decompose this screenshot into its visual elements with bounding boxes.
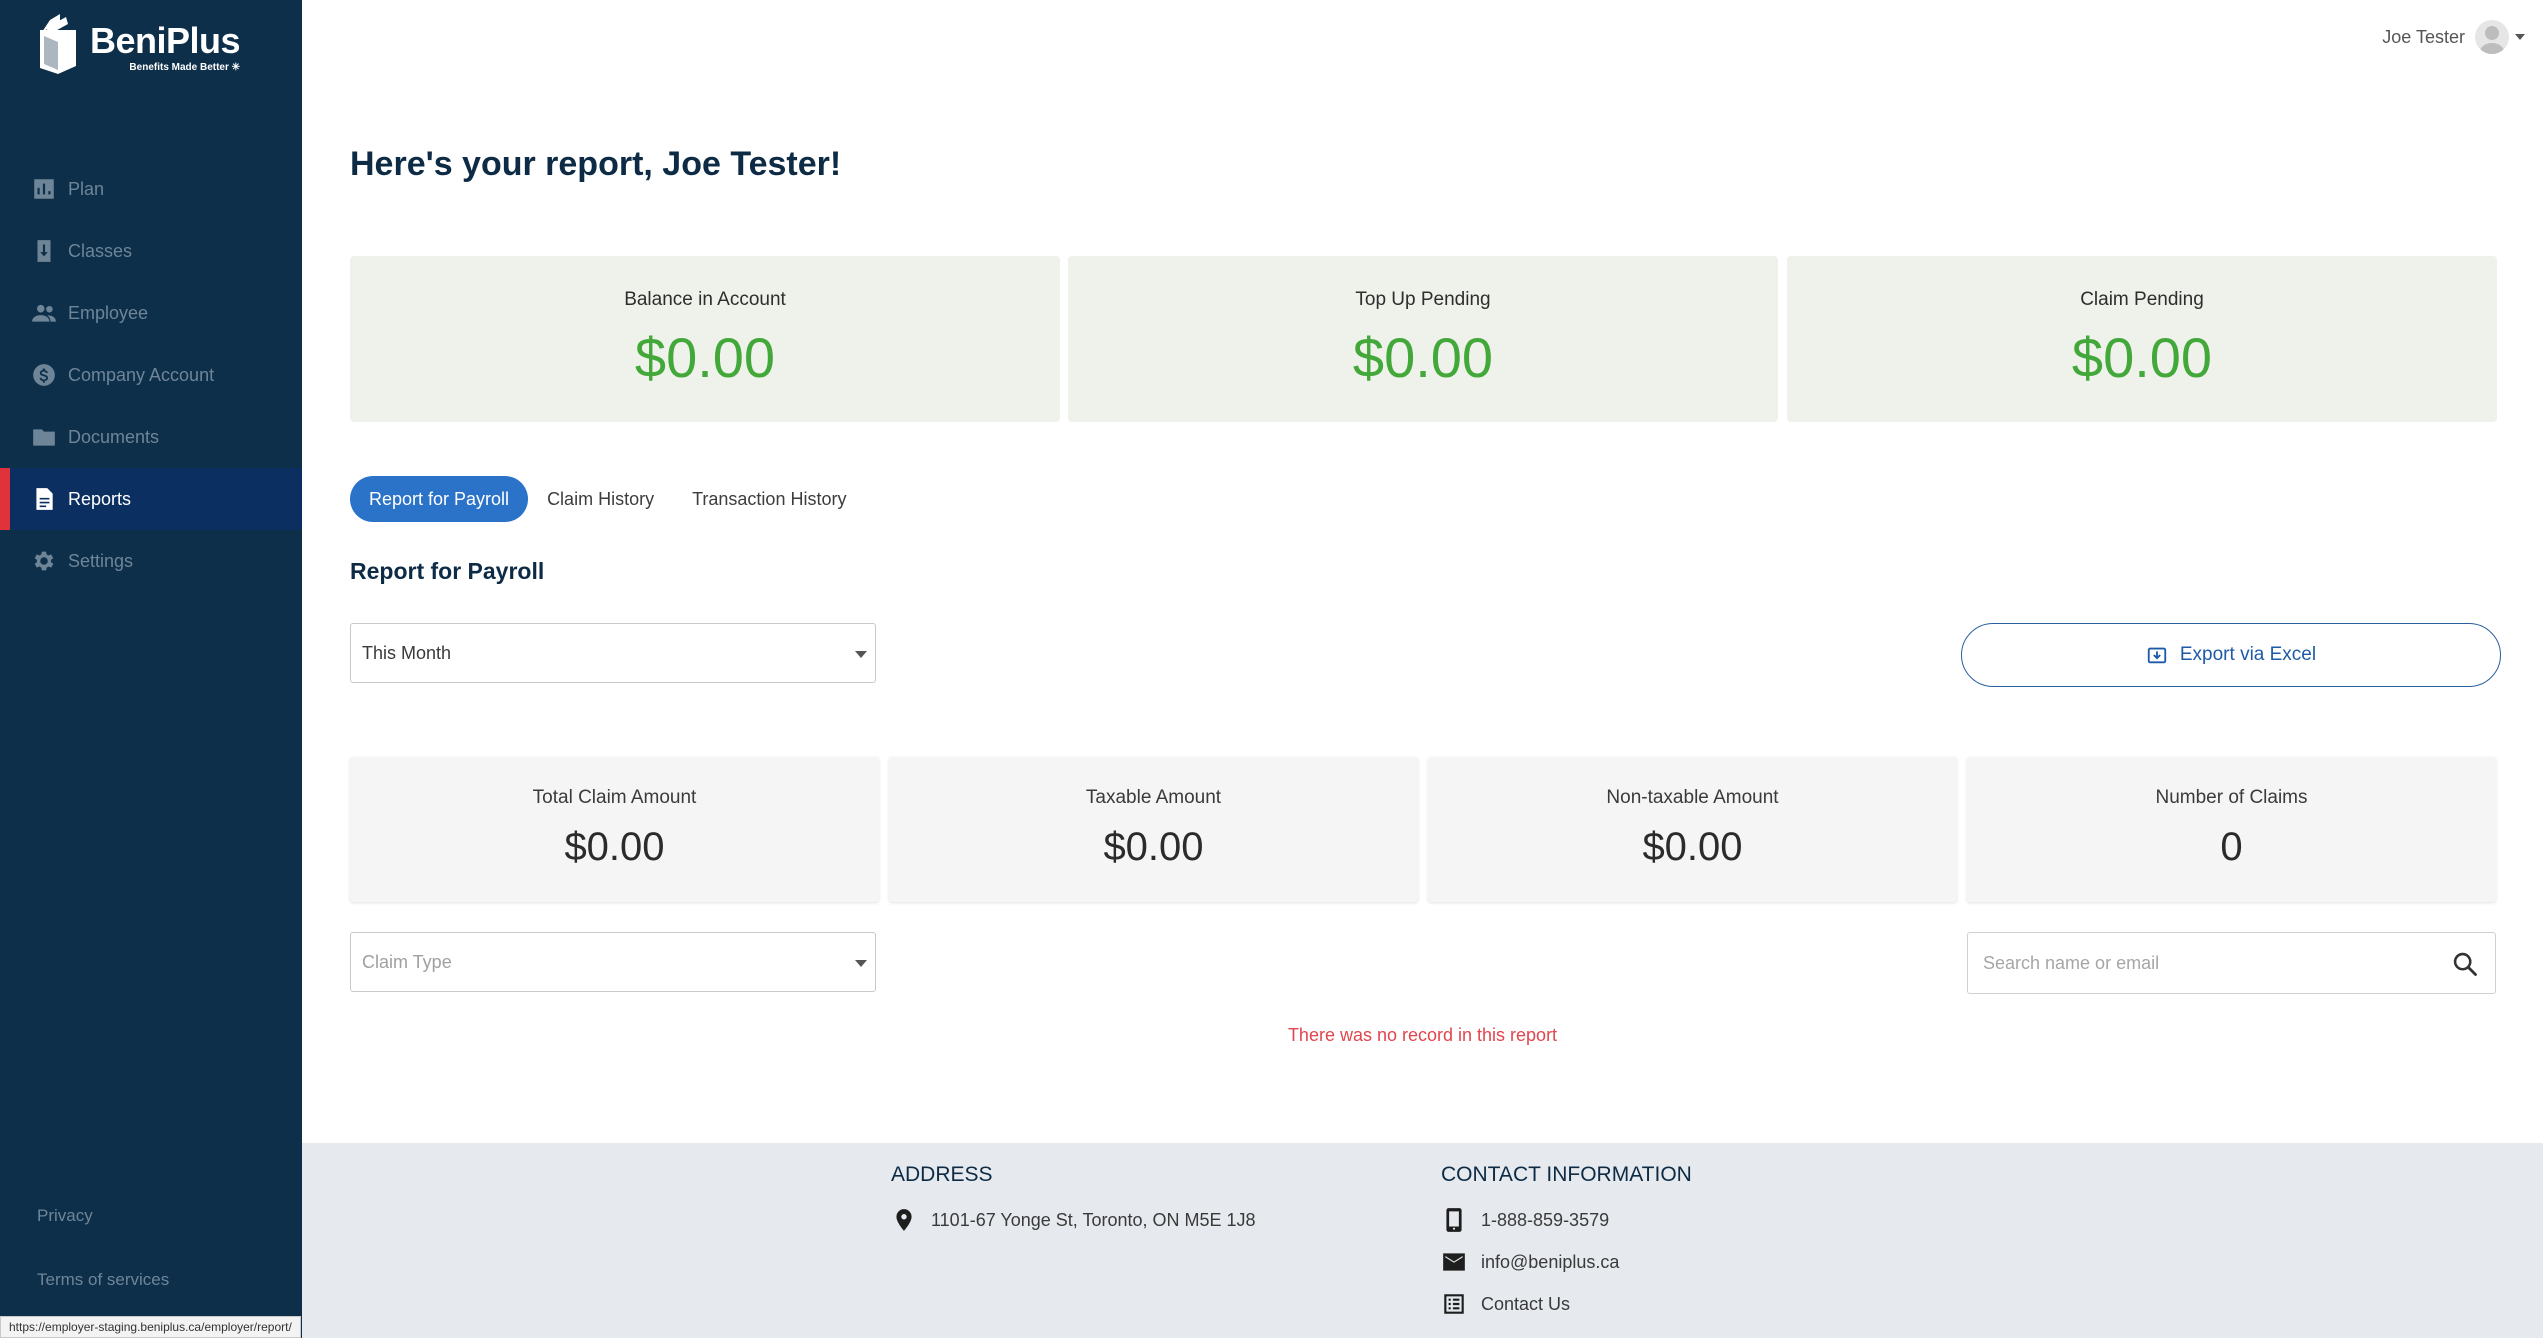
tab-transaction-history[interactable]: Transaction History bbox=[673, 476, 865, 522]
beniplus-logo-icon bbox=[40, 14, 76, 74]
gear-icon bbox=[30, 547, 58, 575]
stat-label: Taxable Amount bbox=[1085, 787, 1222, 808]
page-title: Here's your report, Joe Tester! bbox=[350, 145, 842, 183]
tab-claim-history[interactable]: Claim History bbox=[528, 476, 673, 522]
stat-value: $0.00 bbox=[1103, 825, 1204, 869]
page-footer: ADDRESS 1101-67 Yonge St, Toronto, ON M5… bbox=[302, 1143, 2543, 1338]
mail-icon bbox=[1443, 1253, 1465, 1271]
period-select-value: This Month bbox=[362, 642, 452, 663]
email-text: info@beniplus.ca bbox=[1481, 1251, 1620, 1272]
email-link[interactable]: info@beniplus.ca bbox=[1441, 1241, 1692, 1283]
summary-value: $0.00 bbox=[2071, 326, 2213, 389]
stat-label: Non-taxable Amount bbox=[1606, 787, 1779, 808]
download-doc-icon bbox=[30, 237, 58, 265]
sidebar-item-reports[interactable]: Reports bbox=[0, 468, 302, 530]
sidebar-nav: Plan Classes Employee Company Account Do… bbox=[0, 158, 302, 592]
phone-icon bbox=[1446, 1208, 1462, 1232]
sidebar-item-label: Company Account bbox=[68, 364, 215, 385]
avatar bbox=[2475, 20, 2509, 54]
sidebar: BeniPlus Benefits Made Better ✳ Plan Cla… bbox=[0, 0, 302, 1338]
terms-of-services-link[interactable]: Terms of services bbox=[37, 1270, 169, 1290]
non-taxable-amount-card: Non-taxable Amount $0.00 bbox=[1428, 757, 1957, 902]
stat-value: $0.00 bbox=[1642, 825, 1743, 869]
stat-label: Number of Claims bbox=[2155, 787, 2308, 808]
report-tabs: Report for Payroll Claim History Transac… bbox=[350, 476, 865, 522]
dollar-circle-icon bbox=[30, 361, 58, 389]
people-icon bbox=[30, 299, 58, 327]
contact-us-link[interactable]: Contact Us bbox=[1441, 1283, 1692, 1325]
brand-tagline: Benefits Made Better ✳ bbox=[129, 62, 241, 73]
phone-text: 1-888-859-3579 bbox=[1481, 1209, 1610, 1230]
address-heading: ADDRESS bbox=[891, 1163, 993, 1186]
contact-us-text: Contact Us bbox=[1481, 1293, 1571, 1314]
claim-pending-card: Claim Pending $0.00 bbox=[1787, 256, 2497, 422]
dropdown-arrow-icon bbox=[855, 960, 867, 967]
taxable-amount-card: Taxable Amount $0.00 bbox=[889, 757, 1418, 902]
user-name: Joe Tester bbox=[2382, 26, 2465, 47]
status-bar-url: https://employer-staging.beniplus.ca/emp… bbox=[0, 1316, 301, 1338]
beniplus-logo[interactable]: BeniPlus Benefits Made Better ✳ bbox=[36, 12, 241, 74]
address-text: 1101-67 Yonge St, Toronto, ON M5E 1J8 bbox=[931, 1209, 1256, 1230]
stat-value: 0 bbox=[2220, 825, 2243, 869]
dropdown-arrow-icon bbox=[855, 651, 867, 658]
search-field bbox=[1967, 932, 2496, 994]
summary-label: Balance in Account bbox=[624, 289, 786, 310]
total-claim-amount-card: Total Claim Amount $0.00 bbox=[350, 757, 879, 902]
folder-icon bbox=[30, 423, 58, 451]
chevron-down-icon bbox=[2515, 34, 2525, 40]
address-row: 1101-67 Yonge St, Toronto, ON M5E 1J8 bbox=[891, 1199, 1256, 1241]
summary-label: Top Up Pending bbox=[1355, 289, 1491, 310]
main-content: Joe Tester Here's your report, Joe Teste… bbox=[302, 0, 2543, 1338]
sidebar-item-documents[interactable]: Documents bbox=[0, 406, 302, 468]
sidebar-item-label: Documents bbox=[68, 426, 160, 447]
export-icon bbox=[2147, 647, 2167, 664]
tab-report-for-payroll[interactable]: Report for Payroll bbox=[350, 476, 529, 522]
summary-value: $0.00 bbox=[634, 326, 776, 389]
sidebar-item-plan[interactable]: Plan bbox=[0, 158, 302, 220]
user-menu[interactable]: Joe Tester bbox=[2382, 20, 2525, 54]
footer-contact: CONTACT INFORMATION 1-888-859-3579 info@… bbox=[1441, 1163, 1692, 1325]
sidebar-item-employee[interactable]: Employee bbox=[0, 282, 302, 344]
section-title: Report for Payroll bbox=[350, 558, 545, 584]
bar-chart-icon bbox=[30, 175, 58, 203]
contact-heading: CONTACT INFORMATION bbox=[1441, 1163, 1692, 1186]
top-up-pending-card: Top Up Pending $0.00 bbox=[1068, 256, 1778, 422]
sidebar-item-classes[interactable]: Classes bbox=[0, 220, 302, 282]
phone-link[interactable]: 1-888-859-3579 bbox=[1441, 1199, 1692, 1241]
search-icon[interactable] bbox=[2451, 950, 2479, 978]
summary-value: $0.00 bbox=[1352, 326, 1494, 389]
location-pin-icon bbox=[896, 1209, 912, 1231]
privacy-link[interactable]: Privacy bbox=[37, 1206, 93, 1226]
stat-value: $0.00 bbox=[564, 825, 665, 869]
empty-report-message: There was no record in this report bbox=[1287, 1025, 1558, 1045]
sidebar-item-label: Classes bbox=[68, 240, 133, 261]
footer-address: ADDRESS 1101-67 Yonge St, Toronto, ON M5… bbox=[891, 1163, 1256, 1241]
sidebar-item-settings[interactable]: Settings bbox=[0, 530, 302, 592]
user-avatar-icon bbox=[2479, 26, 2505, 54]
export-label: Export via Excel bbox=[2179, 644, 2317, 665]
sidebar-item-label: Plan bbox=[68, 178, 105, 199]
export-via-excel-button[interactable]: Export via Excel bbox=[1961, 623, 2501, 687]
search-input[interactable] bbox=[1968, 933, 2408, 993]
sidebar-item-label: Reports bbox=[68, 488, 132, 509]
sidebar-item-label: Settings bbox=[68, 550, 134, 571]
period-select[interactable]: This Month bbox=[350, 623, 876, 683]
claim-type-placeholder: Claim Type bbox=[362, 951, 452, 972]
document-icon bbox=[30, 485, 58, 513]
brand-name: BeniPlus bbox=[90, 20, 241, 61]
sidebar-item-company-account[interactable]: Company Account bbox=[0, 344, 302, 406]
contact-list-icon bbox=[1444, 1294, 1464, 1314]
claim-type-select[interactable]: Claim Type bbox=[350, 932, 876, 992]
stat-label: Total Claim Amount bbox=[532, 787, 697, 808]
summary-label: Claim Pending bbox=[2080, 289, 2204, 310]
balance-in-account-card: Balance in Account $0.00 bbox=[350, 256, 1060, 422]
sidebar-item-label: Employee bbox=[68, 302, 149, 323]
number-of-claims-card: Number of Claims 0 bbox=[1967, 757, 2496, 902]
